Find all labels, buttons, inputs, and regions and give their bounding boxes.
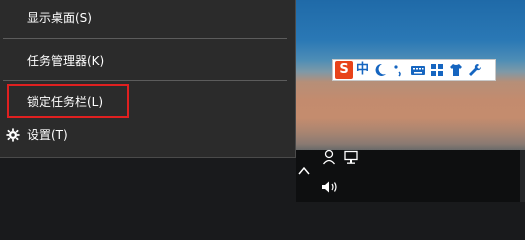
- network-icon[interactable]: [343, 150, 361, 165]
- menu-item-task-manager[interactable]: 任务管理器(K): [0, 46, 295, 76]
- keyboard-icon[interactable]: [410, 62, 426, 78]
- punctuation-icon[interactable]: [391, 62, 407, 78]
- chevron-up-icon[interactable]: [298, 166, 310, 176]
- menu-separator: [3, 80, 287, 81]
- highlight-annotation: [7, 84, 129, 118]
- moon-icon[interactable]: [372, 62, 388, 78]
- wrench-icon[interactable]: [467, 62, 483, 78]
- shirt-icon[interactable]: [448, 62, 464, 78]
- ime-toolbar[interactable]: S 中: [332, 59, 496, 81]
- taskbar-context-menu: 显示桌面(S) 任务管理器(K) 锁定任务栏(L) 设置(T): [0, 0, 296, 158]
- taskbar-edge: [520, 150, 525, 202]
- user-notification-icon[interactable]: [322, 149, 336, 165]
- ime-mode-toggle[interactable]: 中: [356, 61, 369, 79]
- menu-item-settings[interactable]: 设置(T): [0, 120, 295, 150]
- sogou-logo-icon[interactable]: S: [335, 61, 353, 79]
- grid-icon[interactable]: [429, 62, 445, 78]
- volume-icon[interactable]: [320, 180, 340, 194]
- menu-item-show-desktop[interactable]: 显示桌面(S): [0, 3, 295, 33]
- menu-separator: [3, 38, 287, 39]
